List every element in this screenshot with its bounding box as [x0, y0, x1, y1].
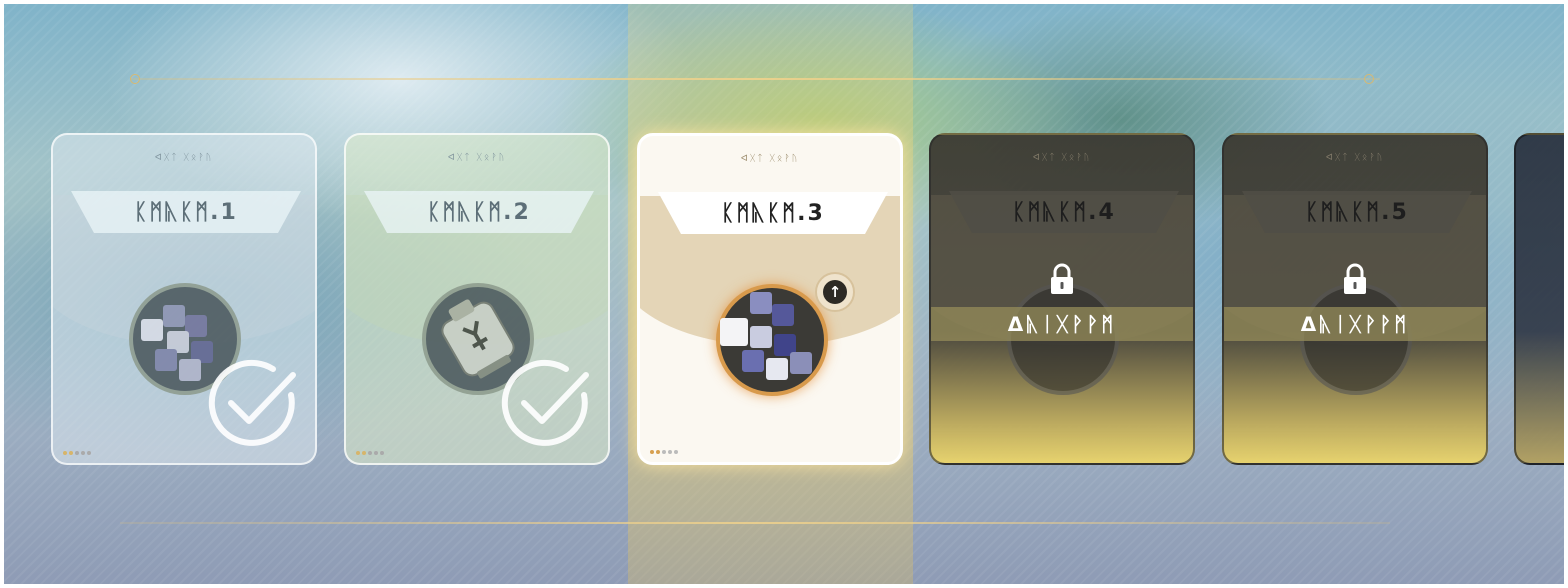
stage-label: ᛕᛗᚣᛕᛗ.4	[1012, 199, 1116, 225]
stage-card-1[interactable]: ᐊᚷᛏ ᚷᛟᚹᚢ ᛕᛗᚣᛕᛗ.1	[51, 133, 317, 465]
card-banner: ᛕᛗᚣᛕᛗ.5	[1242, 191, 1472, 233]
card-banner: ᛕᛗᚣᛕᛗ.3	[658, 192, 888, 234]
locked-band: ᐃᚣᛁᚷᚹᚹᛗ	[1224, 307, 1486, 341]
stage-emblem	[716, 284, 828, 396]
card-banner: ᛕᛗᚣᛕᛗ.4	[949, 191, 1179, 233]
stage-label: ᛕᛗᚣᛕᛗ.5	[1305, 199, 1409, 225]
top-divider	[130, 78, 1380, 80]
stage-label: ᛕᛗᚣᛕᛗ.3	[721, 200, 825, 226]
check-circle-icon	[501, 359, 589, 446]
stage-card-4[interactable]: ᐊᚷᛏ ᚷᛟᚹᚢ ᛕᛗᚣᛕᛗ.4 ᐃᚣᛁᚷᚹᚹᛗ	[929, 133, 1195, 465]
card-banner: ᛕᛗᚣᛕᛗ.1	[71, 191, 301, 233]
locked-text: ᐃᚣᛁᚷᚹᚹᛗ	[1007, 312, 1117, 336]
padlock-icon	[1051, 263, 1073, 294]
card-footer-dots	[356, 451, 384, 455]
top-divider-right-dot	[1364, 74, 1374, 84]
stage-card-5[interactable]: ᐊᚷᛏ ᚷᛟᚹᚢ ᛕᛗᚣᛕᛗ.5 ᐃᚣᛁᚷᚹᚹᛗ	[1222, 133, 1488, 465]
card-banner: ᛕᛗᚣᛕᛗ.2	[364, 191, 594, 233]
stage-card-6-partial[interactable]	[1514, 133, 1568, 465]
card-subtitle: ᐊᚷᛏ ᚷᛟᚹᚢ	[1032, 153, 1092, 163]
check-circle-icon	[208, 359, 296, 446]
locked-text: ᐃᚣᛁᚷᚹᚹᛗ	[1300, 312, 1410, 336]
locked-band: ᐃᚣᛁᚷᚹᚹᛗ	[931, 307, 1193, 341]
card-subtitle: ᐊᚷᛏ ᚷᛟᚹᚢ	[447, 153, 507, 163]
up-arrow-icon: ↑	[823, 280, 847, 304]
card-footer-dots	[650, 450, 678, 454]
card-footer-dots	[63, 451, 91, 455]
top-divider-left-dot	[130, 74, 140, 84]
stage-card-2[interactable]: ᐊᚷᛏ ᚷᛟᚹᚢ ᛕᛗᚣᛕᛗ.2	[344, 133, 610, 465]
card-subtitle: ᐊᚷᛏ ᚷᛟᚹᚢ	[154, 153, 214, 163]
bottom-divider	[120, 522, 1390, 524]
padlock-icon	[1344, 263, 1366, 294]
upgrade-button[interactable]: ↑	[815, 272, 855, 312]
card-subtitle: ᐊᚷᛏ ᚷᛟᚹᚢ	[740, 154, 800, 164]
stage-label: ᛕᛗᚣᛕᛗ.2	[427, 199, 531, 225]
stage-label: ᛕᛗᚣᛕᛗ.1	[134, 199, 238, 225]
card-subtitle: ᐊᚷᛏ ᚷᛟᚹᚢ	[1325, 153, 1385, 163]
stage-card-3[interactable]: ᐊᚷᛏ ᚷᛟᚹᚢ ᛕᛗᚣᛕᛗ.3	[637, 133, 903, 465]
